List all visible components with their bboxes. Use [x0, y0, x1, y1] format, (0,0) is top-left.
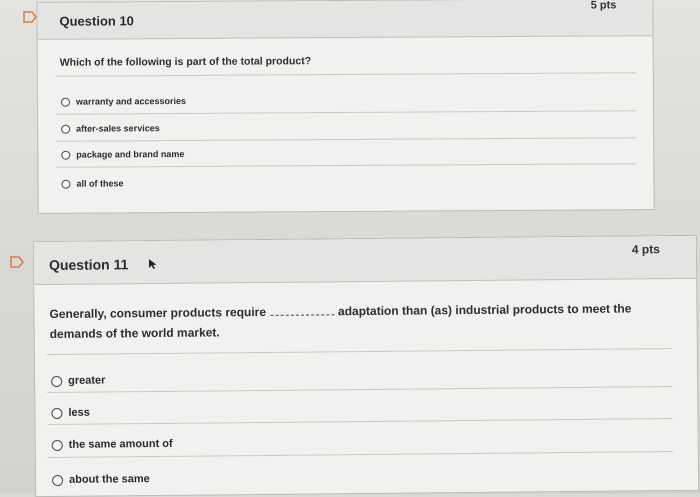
answer-label: the same amount of — [68, 437, 173, 451]
divider — [56, 110, 637, 115]
question-title: Question 11 — [48, 256, 129, 274]
answer-option[interactable]: all of these — [61, 178, 124, 189]
question-11-panel: Question 11 4 pts Generally, consumer pr… — [32, 234, 700, 497]
radio-button-icon[interactable] — [52, 474, 64, 486]
divider — [47, 451, 673, 459]
quiz-page: Question 10 5 pts Which of the following… — [0, 0, 700, 497]
radio-button-icon[interactable] — [61, 150, 71, 160]
flag-icon[interactable] — [10, 256, 24, 268]
answer-option[interactable]: less — [51, 407, 90, 419]
cursor-arrow-icon — [148, 258, 158, 270]
divider — [47, 418, 673, 426]
answer-label: all of these — [76, 178, 124, 189]
question-text-before: Generally, consumer products require — [49, 304, 267, 322]
answer-option[interactable]: the same amount of — [51, 437, 173, 451]
flag-icon[interactable] — [23, 11, 37, 23]
question-header: Question 10 5 pts — [37, 0, 653, 40]
divider — [47, 386, 673, 394]
answer-label: warranty and accessories — [75, 95, 187, 107]
radio-button-icon[interactable] — [51, 375, 63, 387]
divider — [55, 72, 636, 77]
radio-button-icon[interactable] — [61, 179, 71, 189]
question-text: Which of the following is part of the to… — [59, 55, 312, 69]
points-label: 5 pts — [590, 0, 617, 12]
answer-label: after-sales services — [76, 123, 160, 134]
answer-option[interactable]: greater — [51, 375, 105, 388]
divider — [56, 163, 637, 168]
divider — [56, 137, 637, 142]
answer-label: about the same — [69, 473, 150, 486]
fill-in-blank — [269, 304, 335, 316]
answer-option[interactable]: about the same — [52, 473, 150, 486]
answer-option[interactable]: package and brand name — [61, 149, 184, 160]
question-10-panel: Question 10 5 pts Which of the following… — [36, 0, 655, 214]
points-label: 4 pts — [631, 242, 660, 257]
radio-button-icon[interactable] — [61, 124, 71, 134]
radio-button-icon[interactable] — [60, 97, 70, 107]
answer-label: package and brand name — [76, 148, 185, 160]
answer-option[interactable]: after-sales services — [61, 123, 160, 134]
radio-button-icon[interactable] — [51, 407, 63, 419]
divider — [46, 348, 672, 356]
answer-label: greater — [68, 374, 106, 387]
question-text: Generally, consumer products require adap… — [49, 298, 649, 344]
question-title: Question 10 — [59, 13, 134, 29]
radio-button-icon[interactable] — [51, 439, 63, 451]
question-header: Question 11 4 pts — [33, 235, 697, 286]
answer-label: less — [68, 406, 90, 419]
answer-option[interactable]: warranty and accessories — [60, 95, 187, 107]
